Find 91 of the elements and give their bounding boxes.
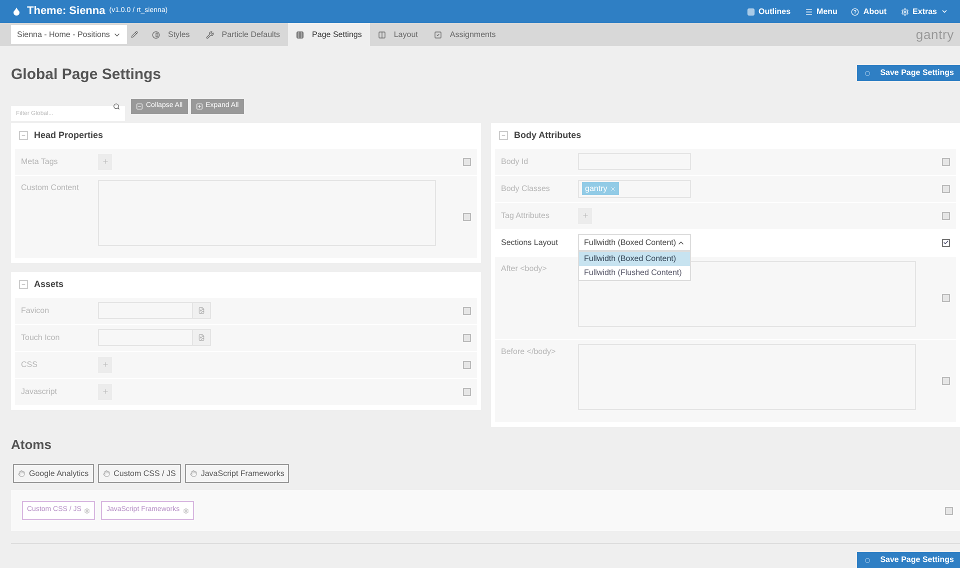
add-button[interactable] <box>578 208 592 224</box>
save-button[interactable]: Save Page Settings <box>857 65 960 82</box>
field-label: Meta Tags <box>21 156 58 166</box>
panel-title: Head Properties <box>34 128 104 142</box>
layout-select[interactable]: Fullwidth (Boxed Content) <box>578 234 691 251</box>
override-checkbox[interactable] <box>463 388 471 396</box>
field-label: Favicon <box>21 306 50 314</box>
minus-icon <box>21 282 26 287</box>
field-label: Sections Layout <box>501 238 558 246</box>
settings-icon <box>84 508 90 514</box>
toolbar-icon <box>196 102 203 110</box>
plus-icon <box>102 388 108 395</box>
collapse-toggle[interactable] <box>499 131 508 140</box>
nav-tab[interactable]: Layout <box>370 23 426 46</box>
settings-icon <box>182 508 189 514</box>
override-checkbox[interactable] <box>463 360 471 368</box>
theme-title: Theme: Sienna <box>27 4 106 20</box>
nav-tab[interactable]: Styles <box>144 23 198 46</box>
collapse-toggle[interactable] <box>19 280 28 289</box>
override-checkbox[interactable] <box>463 306 471 314</box>
panel-title: Body Attributes <box>514 128 582 142</box>
tab-icon <box>378 30 386 38</box>
minus-icon <box>21 133 26 138</box>
file-icon <box>198 334 205 341</box>
field-label: After <body> <box>501 264 547 272</box>
remove-icon[interactable] <box>610 186 616 192</box>
add-button[interactable] <box>98 154 112 170</box>
top-menu-link[interactable]: About <box>851 6 887 18</box>
hand-icon <box>190 470 197 477</box>
gantry-logo: gantry <box>916 26 954 44</box>
field-label: Before </body> <box>501 346 556 356</box>
search-icon <box>113 102 120 110</box>
collapse-toggle[interactable] <box>19 131 28 140</box>
circle-icon <box>865 558 870 562</box>
plus-icon <box>102 158 108 165</box>
override-checkbox[interactable] <box>942 238 950 246</box>
plus-icon <box>582 212 588 219</box>
file-icon <box>198 307 205 314</box>
dropdown-option[interactable]: Fullwidth (Boxed Content) <box>579 252 690 266</box>
save-button[interactable]: Save Page Settings <box>857 552 960 568</box>
field-label: Javascript <box>21 386 58 396</box>
hand-icon <box>18 470 25 477</box>
edit-icon <box>131 31 138 38</box>
drop-icon <box>12 7 21 16</box>
override-checkbox[interactable] <box>942 376 950 384</box>
field-label: Tag Attributes <box>501 210 550 220</box>
field-label: Custom Content <box>21 182 79 192</box>
tab-icon <box>206 30 214 38</box>
file-field[interactable] <box>98 302 211 319</box>
dropdown-option[interactable]: Fullwidth (Flushed Content) <box>579 266 690 280</box>
override-checkbox[interactable] <box>463 334 471 342</box>
file-field[interactable] <box>98 329 211 346</box>
override-checkbox[interactable] <box>463 212 471 220</box>
panel-title: Assets <box>34 278 64 291</box>
nav-tab[interactable]: Assignments <box>426 23 504 46</box>
hand-icon <box>102 470 110 477</box>
override-checkbox[interactable] <box>942 158 950 166</box>
field-label: Body Id <box>501 156 528 166</box>
override-checkbox[interactable] <box>945 506 953 514</box>
override-checkbox[interactable] <box>942 184 950 192</box>
field-label: Touch Icon <box>21 332 60 342</box>
toolbar-icon <box>136 102 143 110</box>
top-menu-link[interactable]: Menu <box>804 6 838 18</box>
tab-icon <box>296 30 304 38</box>
atom-button[interactable]: Google Analytics <box>13 464 94 483</box>
plus-icon <box>102 361 108 368</box>
override-checkbox[interactable] <box>942 212 950 220</box>
add-button[interactable] <box>98 384 112 400</box>
page-title: Global Page Settings <box>11 65 162 85</box>
atoms-title: Atoms <box>11 436 52 454</box>
top-menu-link[interactable]: Extras <box>900 6 948 18</box>
field-label: Body Classes <box>501 184 550 192</box>
menu-item-icon <box>804 8 813 16</box>
tab-icon <box>434 30 442 38</box>
menu-item-icon <box>851 8 860 16</box>
atom-button[interactable]: JavaScript Frameworks <box>184 464 290 483</box>
minus-icon <box>501 133 506 138</box>
outline-select[interactable]: Sienna - Home - Positions <box>11 25 127 44</box>
field-label: CSS <box>21 360 38 368</box>
menu-item-icon <box>900 8 909 16</box>
override-checkbox[interactable] <box>942 294 950 302</box>
nav-tab[interactable]: Page Settings <box>288 23 370 46</box>
atom-button[interactable]: Custom CSS / JS <box>98 464 181 483</box>
menu-item-icon <box>746 8 755 16</box>
tab-icon <box>152 30 160 38</box>
class-tag: gantry <box>582 182 620 195</box>
circle-icon <box>865 70 870 76</box>
override-checkbox[interactable] <box>463 158 471 166</box>
top-menu-link[interactable]: Outlines <box>746 6 791 18</box>
nav-tab[interactable]: Particle Defaults <box>198 23 288 46</box>
add-button[interactable] <box>98 356 112 372</box>
